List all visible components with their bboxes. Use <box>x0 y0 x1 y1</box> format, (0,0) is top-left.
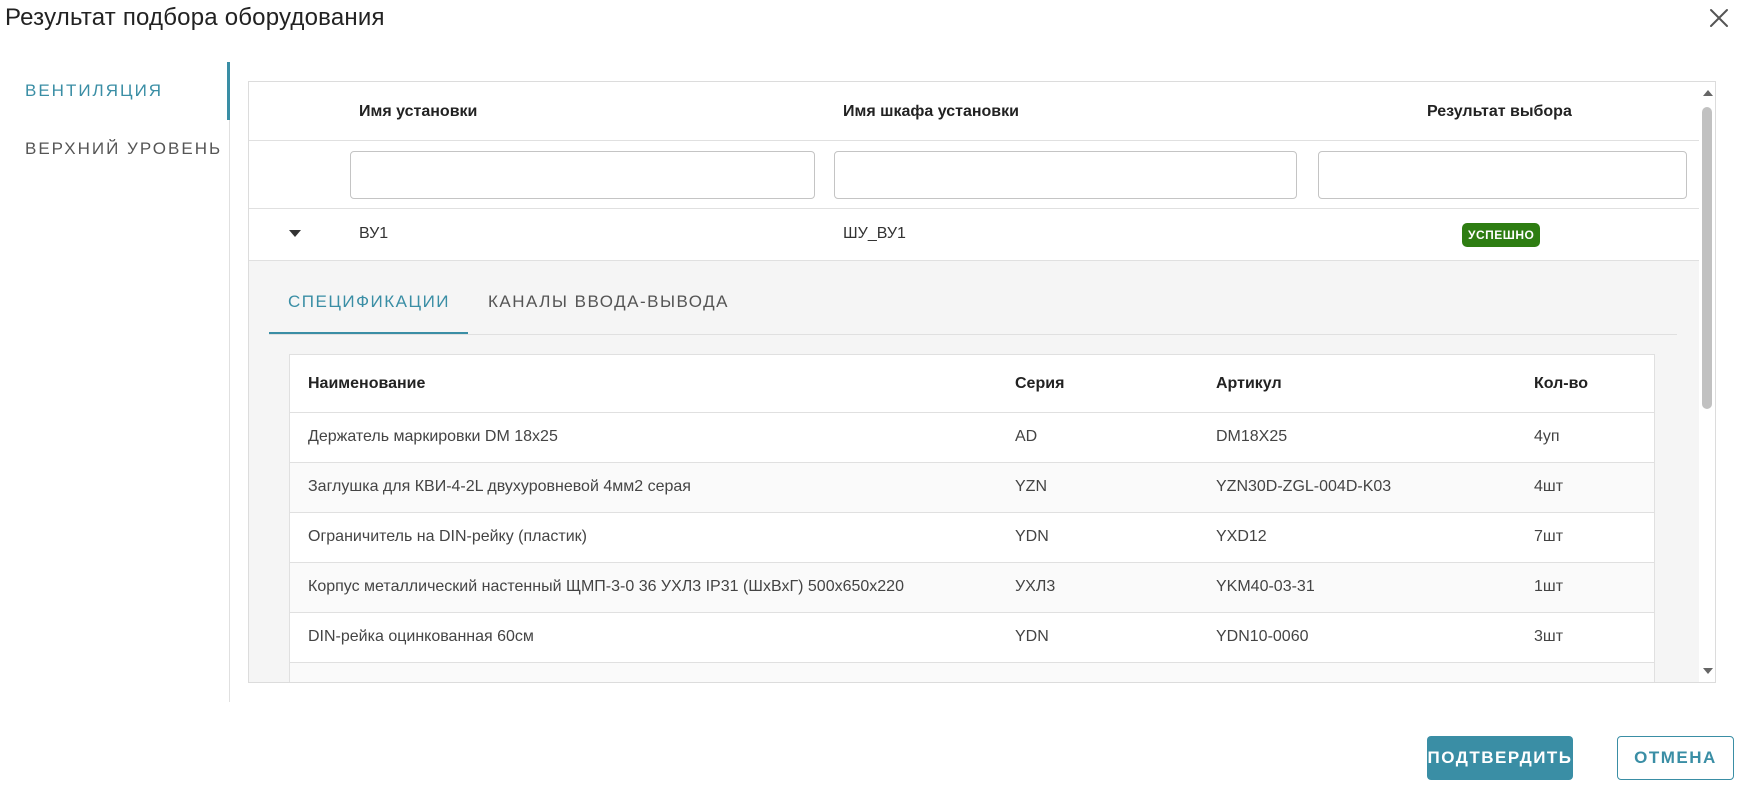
spec-cell-series: AD <box>1015 428 1038 445</box>
table-row: Заглушка для КВИ-4-2L двухуровневой 4мм2… <box>290 463 1654 513</box>
scroll-up-icon[interactable] <box>1703 90 1713 96</box>
spec-header-article: Артикул <box>1216 375 1282 392</box>
spec-table-header: Наименование Серия Артикул Кол-во <box>290 355 1654 413</box>
spec-cell-name: DIN-рейка оцинкованная 60см <box>308 628 534 645</box>
close-icon-glyph <box>1710 9 1728 27</box>
filter-row <box>249 141 1699 209</box>
spec-cell-article: YDN10-0060 <box>1216 628 1309 645</box>
spec-cell-name: Держатель маркировки DM 18x25 <box>308 428 558 445</box>
spec-cell-article: YKM40-03-31 <box>1216 578 1315 595</box>
tab-active-underline <box>269 332 468 334</box>
spec-cell-quantity: 3шт <box>1534 628 1564 645</box>
spec-cell-series: YDN <box>1015 528 1049 545</box>
spec-cell-quantity: 1шт <box>1534 578 1564 595</box>
filter-installation-name-input[interactable] <box>350 151 815 199</box>
filter-selection-result-input[interactable] <box>1318 151 1687 199</box>
cabinet-name-cell: ШУ_ВУ1 <box>843 225 906 242</box>
row-detail-panel: СПЕЦИФИКАЦИИ КАНАЛЫ ВВОДА-ВЫВОДА Наимено… <box>249 261 1699 682</box>
results-table-header: Имя установки Имя шкафа установки Резуль… <box>249 82 1699 141</box>
spec-cell-article: YZN30D-ZGL-004D-K03 <box>1216 478 1392 495</box>
column-header-selection-result: Результат выбора <box>1427 103 1572 120</box>
column-header-installation-name: Имя установки <box>359 103 478 120</box>
close-icon[interactable] <box>1707 6 1731 30</box>
table-row: Ограничитель на DIN-рейку (пластик) YDN … <box>290 513 1654 563</box>
status-badge: УСПЕШНО <box>1462 223 1541 247</box>
confirm-button[interactable]: ПОДТВЕРДИТЬ <box>1427 736 1573 780</box>
spec-cell-series: YZN <box>1015 478 1047 495</box>
side-item-ventilation[interactable]: ВЕНТИЛЯЦИЯ <box>25 81 163 101</box>
spec-cell-quantity: 4уп <box>1534 428 1560 445</box>
filter-cabinet-name-input[interactable] <box>834 151 1297 199</box>
installation-name-cell: ВУ1 <box>359 225 389 242</box>
dialog-title: Результат подбора оборудования <box>5 4 385 31</box>
spec-header-name: Наименование <box>308 375 426 392</box>
spec-cell-quantity: 4шт <box>1534 478 1564 495</box>
spec-cell-name: Корпус металлический настенный ЩМП-3-0 3… <box>308 578 904 595</box>
spec-cell-name: Заглушка для КВИ-4-2L двухуровневой 4мм2… <box>308 478 691 495</box>
tab-specifications[interactable]: СПЕЦИФИКАЦИИ <box>288 292 450 312</box>
spec-cell-name: Ограничитель на DIN-рейку (пластик) <box>308 528 587 545</box>
cancel-button[interactable]: ОТМЕНА <box>1617 736 1734 780</box>
side-nav-active-indicator <box>227 62 230 120</box>
side-nav: ВЕНТИЛЯЦИЯ ВЕРХНИЙ УРОВЕНЬ <box>0 62 230 702</box>
detail-tabs: СПЕЦИФИКАЦИИ КАНАЛЫ ВВОДА-ВЫВОДА <box>269 261 1677 335</box>
side-item-top-level[interactable]: ВЕРХНИЙ УРОВЕНЬ <box>25 139 222 159</box>
table-row[interactable]: ВУ1 ШУ_ВУ1 УСПЕШНО <box>249 209 1699 261</box>
spec-cell-series: YDN <box>1015 628 1049 645</box>
column-header-cabinet-name: Имя шкафа установки <box>843 103 1019 120</box>
spec-cell-article: DM18X25 <box>1216 428 1288 445</box>
vertical-scrollbar[interactable] <box>1699 82 1715 682</box>
table-row <box>290 663 1654 682</box>
spec-cell-quantity: 7шт <box>1534 528 1564 545</box>
table-row: DIN-рейка оцинкованная 60см YDN YDN10-00… <box>290 613 1654 663</box>
spec-cell-article: YXD12 <box>1216 528 1267 545</box>
spec-header-quantity: Кол-во <box>1534 375 1589 392</box>
scroll-down-icon[interactable] <box>1703 668 1713 674</box>
caret-down-icon[interactable] <box>289 230 301 237</box>
table-row: Корпус металлический настенный ЩМП-3-0 3… <box>290 563 1654 613</box>
spec-table: Наименование Серия Артикул Кол-во Держат… <box>289 354 1655 682</box>
scroll-thumb[interactable] <box>1702 107 1712 409</box>
tab-io-channels[interactable]: КАНАЛЫ ВВОДА-ВЫВОДА <box>488 292 729 312</box>
spec-header-series: Серия <box>1015 375 1065 392</box>
results-table: Имя установки Имя шкафа установки Резуль… <box>248 81 1716 683</box>
spec-cell-series: УХЛ3 <box>1015 578 1056 595</box>
table-row: Держатель маркировки DM 18x25 AD DM18X25… <box>290 413 1654 463</box>
